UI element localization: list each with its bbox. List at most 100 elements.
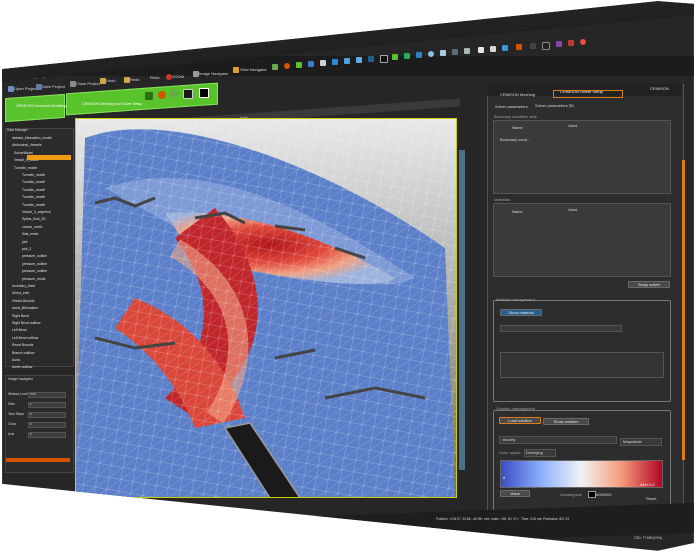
right-panel-scrollbar[interactable] — [682, 160, 685, 460]
tree-item[interactable]: pressure_outline — [22, 262, 47, 266]
tree-item[interactable]: Spline_final_3D — [22, 217, 46, 221]
timeline-bar[interactable] — [6, 458, 70, 462]
toolbar-shape-icon[interactable] — [516, 44, 522, 50]
toolbar-shape-icon[interactable] — [428, 51, 434, 57]
reset-button[interactable]: Reset — [646, 496, 656, 501]
tree-item[interactable]: Right Bend outflow — [12, 321, 40, 325]
open-icon[interactable] — [8, 86, 14, 92]
show-solution-button[interactable]: Show solution — [543, 418, 589, 425]
tree-item[interactable]: Tunnels_model — [22, 180, 45, 184]
toolbar-shape-icon[interactable] — [416, 52, 422, 58]
tree-item[interactable]: Aortic outflow — [12, 365, 32, 369]
tree-item[interactable]: Left Bend — [12, 328, 27, 332]
tree-item[interactable]: Tunnels_model — [22, 188, 45, 192]
toolbar-shape-icon[interactable] — [368, 56, 374, 62]
tree-item[interactable]: pressure_result — [22, 277, 45, 281]
mesh-tool-icon[interactable] — [158, 91, 166, 99]
navigator-slider[interactable] — [28, 422, 66, 428]
save-icon[interactable] — [36, 84, 42, 90]
tree-item[interactable]: Tunnels_model — [14, 166, 37, 170]
toolbar-shape-icon[interactable] — [380, 55, 388, 63]
tree-item[interactable]: Tunnels_model — [22, 203, 45, 207]
subtab-solver-parameters[interactable]: Solver parameters — [495, 104, 528, 109]
bc-table[interactable] — [493, 120, 671, 194]
tree-item[interactable]: plot_2 — [22, 247, 31, 251]
mesh-tool-icon[interactable] — [183, 89, 193, 99]
toolbar-shape-icon[interactable] — [556, 41, 562, 47]
toolbar-shape-icon[interactable] — [542, 42, 550, 50]
toolbar-shape-icon[interactable] — [580, 39, 586, 45]
image-navigator-button[interactable]: Image Navigator — [199, 71, 228, 76]
mesh-tool-icon[interactable] — [170, 90, 178, 98]
undo-icon[interactable] — [100, 78, 106, 84]
toolbar-shape-icon[interactable] — [296, 62, 302, 68]
setup-solver-button[interactable]: Setup solver — [628, 281, 670, 288]
undo-button[interactable]: Undo — [106, 78, 116, 83]
close-project-button[interactable]: Close Project — [76, 81, 100, 86]
saveto-button[interactable]: Redo — [150, 75, 160, 80]
toolbar-shape-icon[interactable] — [440, 50, 446, 56]
materials-table[interactable] — [493, 203, 671, 277]
navigator-slider[interactable] — [28, 412, 66, 418]
tree-item[interactable]: dataset_bifurcation_model — [12, 136, 52, 140]
tab-crimson-meshing[interactable]: CRIMSON Meshing — [500, 92, 535, 97]
toolbar-shape-icon[interactable] — [344, 58, 350, 64]
tab-crimson[interactable]: CRIMSON — [650, 86, 669, 91]
toolbar-shape-icon[interactable] — [332, 59, 338, 65]
viewport-scrollbar[interactable] — [459, 150, 465, 470]
tree-item[interactable]: Renal Bounds — [12, 343, 33, 347]
tree-item[interactable]: Right Bend — [12, 314, 29, 318]
toolbar-shape-icon[interactable] — [392, 54, 398, 60]
toolbar-shape-icon[interactable] — [308, 61, 314, 67]
tree-item[interactable]: Branch outflow — [12, 351, 34, 355]
bc-row-name[interactable]: Boundary cond... — [500, 137, 530, 142]
toolbar-shape-icon[interactable] — [568, 40, 574, 46]
tree-item[interactable]: Vessel_3_segment — [22, 210, 51, 214]
tree-item[interactable]: Tunnels_model — [22, 173, 45, 177]
tree-item[interactable]: Aorta — [12, 358, 20, 362]
navigator-slider[interactable] — [28, 432, 66, 438]
tree-item[interactable]: final_mesh — [22, 232, 38, 236]
close-icon[interactable] — [70, 81, 76, 87]
tree-item[interactable]: Aorta_Bifurcation — [12, 306, 38, 310]
toolbar-shape-icon[interactable] — [452, 49, 458, 55]
tree-item[interactable]: Artery_inlet — [12, 291, 29, 295]
render-viewport[interactable] — [75, 118, 457, 498]
toolbar-shape-icon[interactable] — [320, 60, 326, 66]
view-navigator-button[interactable]: View Navigator — [240, 67, 267, 72]
redo-button[interactable]: Redo — [130, 77, 140, 82]
tree-item[interactable]: coarse_mesh — [22, 225, 42, 229]
show-material-button[interactable]: Show material — [500, 309, 542, 316]
zoom-button[interactable]: ZOOM — [172, 74, 184, 79]
save-project-button[interactable]: Save Project — [42, 84, 65, 89]
tree-item[interactable]: plot — [22, 240, 27, 244]
solution-array-select[interactable] — [499, 436, 617, 444]
tree-item[interactable]: boundary_fixed — [12, 284, 35, 288]
unassigned-color-swatch[interactable] — [588, 491, 596, 498]
toolbar-shape-icon[interactable] — [464, 48, 470, 54]
redo-icon[interactable] — [124, 77, 130, 83]
toolbar-shape-icon[interactable] — [490, 46, 496, 52]
tree-item[interactable]: Tunnels_model — [22, 195, 45, 199]
material-value-field[interactable] — [500, 352, 664, 378]
toolbar-shape-icon[interactable] — [530, 43, 536, 49]
mesh-tool-icon[interactable] — [199, 88, 209, 98]
toolbar-shape-icon[interactable] — [272, 64, 278, 70]
navigator-icon[interactable] — [193, 71, 199, 77]
subtab-solver-parameters-3d[interactable]: Solver parameters 3D — [535, 103, 574, 108]
tree-item[interactable]: Abdominal_Vessels — [12, 143, 42, 147]
toolbar-shape-icon[interactable] — [404, 53, 410, 59]
cfd-velocity-render[interactable] — [75, 118, 457, 498]
open-project-button[interactable]: Open Project — [14, 86, 37, 91]
toolbar-shape-icon[interactable] — [356, 57, 362, 63]
mesh-tool-icon[interactable] — [145, 92, 153, 100]
tree-item[interactable]: pressure_outline — [22, 254, 47, 258]
toolbar-shape-icon[interactable] — [284, 63, 290, 69]
toolbar-shape-icon[interactable] — [502, 45, 508, 51]
value-button[interactable]: Value — [500, 490, 530, 497]
tree-item[interactable]: pressure_outline — [22, 269, 47, 273]
color-map-bar[interactable] — [500, 460, 663, 488]
navigator-slider[interactable] — [28, 402, 66, 408]
toolbar-shape-icon[interactable] — [478, 47, 484, 53]
material-select[interactable] — [500, 325, 622, 332]
